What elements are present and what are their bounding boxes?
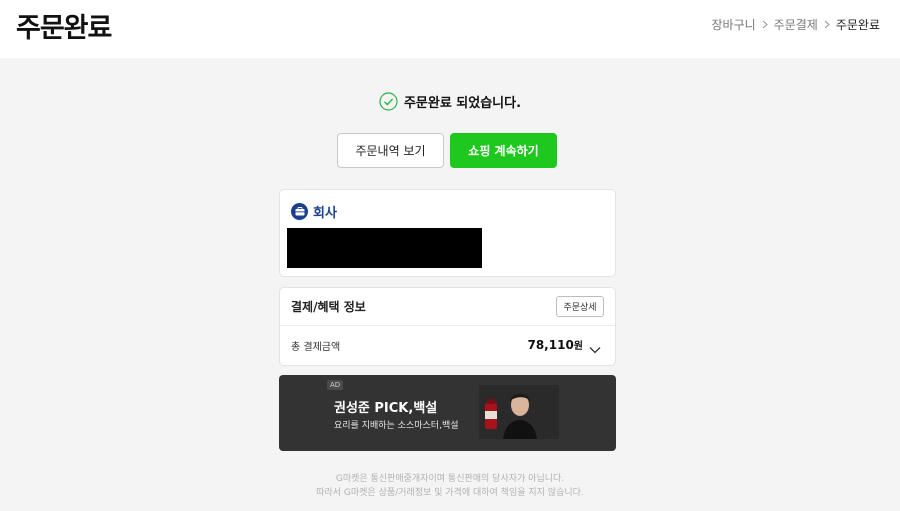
currency-unit: 원: [573, 341, 583, 352]
page-title: 주문완료: [16, 13, 112, 44]
payment-info-title: 결제/혜택 정보: [291, 300, 366, 314]
status-message: 주문완료 되었습니다.: [403, 96, 522, 111]
breadcrumb-cart[interactable]: 장바구니: [711, 16, 755, 33]
delivery-address-card: 회사: [279, 189, 616, 277]
ad-subtitle: 요리를 지배하는 소스마스터,백설: [334, 421, 459, 431]
address-name: 회사: [313, 206, 337, 221]
view-order-button[interactable]: 주문내역 보기: [337, 133, 444, 168]
order-complete-status: 주문완료 되었습니다.: [0, 92, 900, 111]
total-payment-label: 총 결제금액: [291, 342, 341, 353]
total-amount-value: 78,110: [527, 338, 574, 352]
check-circle-icon: [379, 92, 398, 111]
address-label: 회사: [291, 202, 337, 221]
ad-badge: AD: [327, 380, 344, 390]
chevron-right-icon: [762, 18, 768, 32]
breadcrumb: 장바구니 주문결제 주문완료: [711, 16, 880, 33]
order-detail-button[interactable]: 주문상세: [556, 296, 604, 317]
footer-line-2: 따라서 G마켓은 상품/거래정보 및 가격에 대하여 책임을 지지 않습니다.: [316, 488, 584, 498]
ad-banner[interactable]: AD 권성준 PICK,백설 요리를 지배하는 소스마스터,백설: [279, 375, 616, 451]
continue-shopping-button[interactable]: 쇼핑 계속하기: [450, 133, 557, 168]
ad-product-image: [479, 385, 559, 439]
footer-notice: G마켓은 통신판매중개자이며 통신판매의 당사자가 아닙니다. 따라서 G마켓은…: [0, 472, 900, 500]
ad-title: 권성준 PICK,백설: [334, 401, 438, 416]
payment-info-header: 결제/혜택 정보 주문상세: [280, 288, 615, 326]
redacted-address: [287, 228, 482, 268]
payment-info-card: 결제/혜택 정보 주문상세 총 결제금액 78,110원: [279, 287, 616, 366]
footer-line-1: G마켓은 통신판매중개자이며 통신판매의 당사자가 아닙니다.: [335, 474, 565, 484]
page-header: 주문완료 장바구니 주문결제 주문완료: [0, 0, 900, 58]
chevron-right-icon: [824, 18, 830, 32]
briefcase-icon: [291, 203, 308, 220]
total-payment-amount: 78,110원: [527, 337, 583, 352]
breadcrumb-checkout[interactable]: 주문결제: [774, 16, 818, 33]
breadcrumb-complete: 주문완료: [835, 18, 880, 32]
chevron-down-icon[interactable]: [589, 339, 601, 358]
